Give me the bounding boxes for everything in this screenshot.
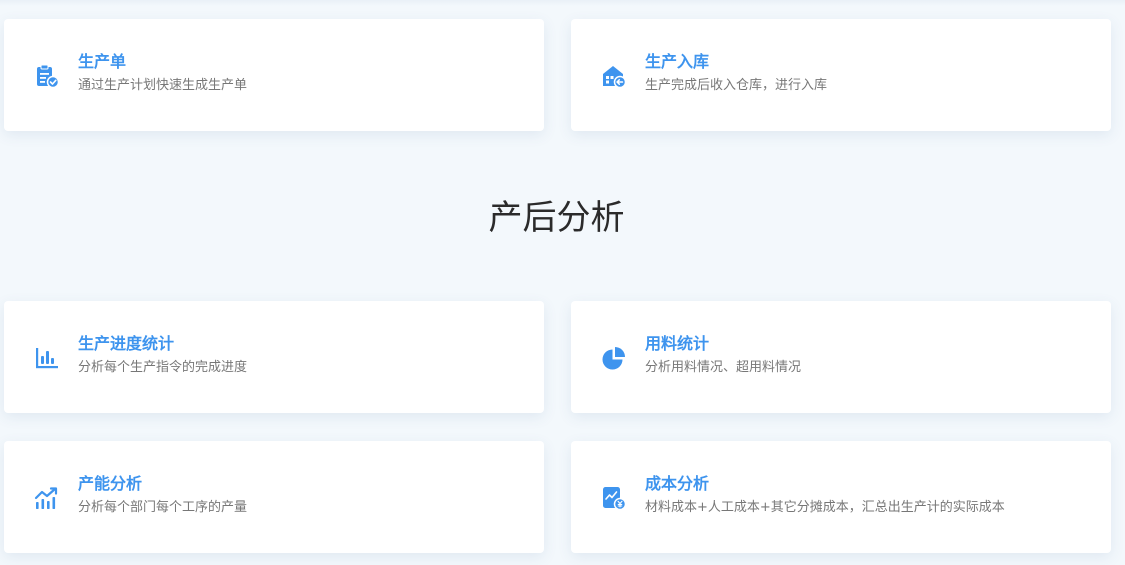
- card-description: 分析每个部门每个工序的产量: [78, 500, 248, 515]
- card-description: 通过生产计划快速生成生产单: [78, 78, 248, 93]
- card-cost-analysis[interactable]: 成本分析 材料成本+人工成本+其它分摊成本，汇总出生产计的实际成本: [571, 441, 1111, 553]
- card-description: 材料成本+人工成本+其它分摊成本，汇总出生产计的实际成本: [645, 500, 1005, 515]
- card-title: 生产单: [78, 52, 127, 71]
- warehouse-in-icon: [601, 63, 627, 89]
- card-production-order[interactable]: 生产单 通过生产计划快速生成生产单: [4, 19, 544, 131]
- card-material-usage[interactable]: 用料统计 分析用料情况、超用料情况: [571, 301, 1111, 413]
- card-capacity-analysis[interactable]: 产能分析 分析每个部门每个工序的产量: [4, 441, 544, 553]
- card-title: 产能分析: [78, 474, 143, 493]
- cost-report-icon: [601, 485, 627, 511]
- card-title: 生产进度统计: [78, 334, 175, 353]
- pie-chart-icon: [601, 345, 627, 371]
- card-production-progress[interactable]: 生产进度统计 分析每个生产指令的完成进度: [4, 301, 544, 413]
- card-title: 成本分析: [645, 474, 710, 493]
- card-production-warehousing[interactable]: 生产入库 生产完成后收入仓库，进行入库: [571, 19, 1111, 131]
- top-edge-shadow: [0, 0, 1125, 6]
- clipboard-check-icon: [34, 63, 60, 89]
- bar-chart-icon: [34, 345, 60, 371]
- card-description: 分析用料情况、超用料情况: [645, 360, 802, 375]
- card-description: 生产完成后收入仓库，进行入库: [645, 78, 828, 93]
- section-title: 产后分析: [488, 198, 625, 238]
- card-title: 用料统计: [645, 334, 710, 353]
- card-title: 生产入库: [645, 52, 710, 71]
- trend-chart-icon: [34, 485, 60, 511]
- card-description: 分析每个生产指令的完成进度: [78, 360, 248, 375]
